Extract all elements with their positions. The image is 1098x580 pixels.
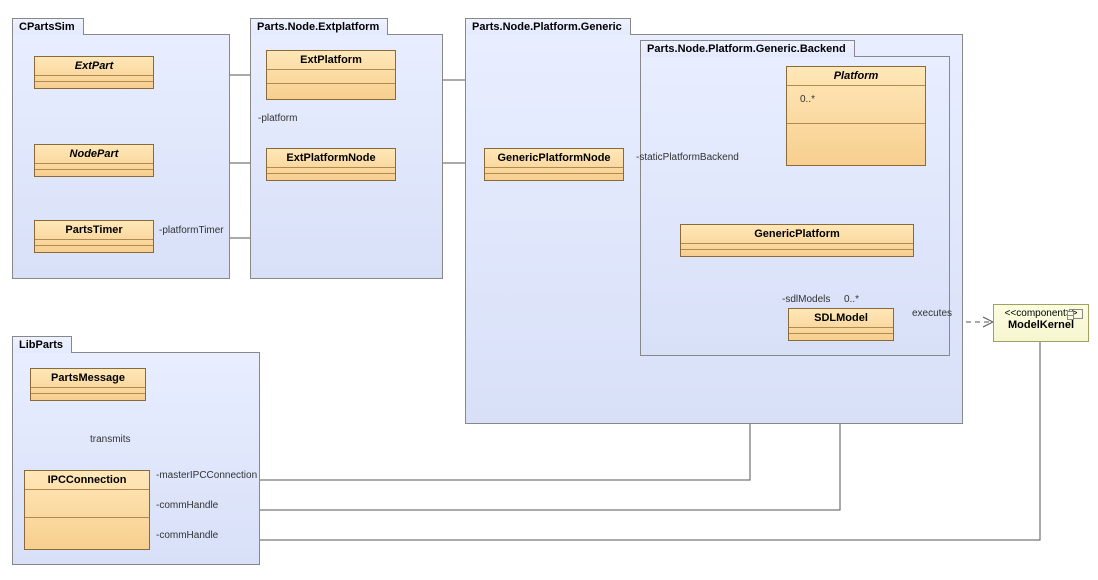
class-name: Platform <box>787 67 925 86</box>
component-modelkernel: <<component>> ModelKernel <box>993 304 1089 342</box>
class-name: NodePart <box>35 145 153 164</box>
class-ipcconnection: IPCConnection <box>24 470 150 550</box>
class-sdlmodel: SDLModel <box>788 308 894 341</box>
class-name: GenericPlatform <box>681 225 913 244</box>
label-mult2: 0..* <box>844 294 859 305</box>
class-name: GenericPlatformNode <box>485 149 623 168</box>
label-executes: executes <box>912 308 952 319</box>
component-icon <box>1069 309 1083 319</box>
label-commhandle2: -commHandle <box>156 530 218 541</box>
label-mult1: 0..* <box>800 94 815 105</box>
class-partsmessage: PartsMessage <box>30 368 146 401</box>
class-partstimer: PartsTimer <box>34 220 154 253</box>
package-title: LibParts <box>12 336 72 353</box>
class-nodepart: NodePart <box>34 144 154 177</box>
label-platform: -platform <box>258 113 297 124</box>
label-platformtimer: -platformTimer <box>159 225 224 236</box>
class-extplatformnode: ExtPlatformNode <box>266 148 396 181</box>
label-masteripcconnection: -masterIPCConnection <box>156 470 257 481</box>
class-extpart: ExtPart <box>34 56 154 89</box>
class-genericplatform: GenericPlatform <box>680 224 914 257</box>
class-extplatform: ExtPlatform <box>266 50 396 100</box>
component-name: ModelKernel <box>994 319 1088 331</box>
package-title: CPartsSim <box>12 18 84 35</box>
class-name: PartsMessage <box>31 369 145 388</box>
class-platform: Platform <box>786 66 926 166</box>
label-transmits: transmits <box>90 434 131 445</box>
class-genericplatformnode: GenericPlatformNode <box>484 148 624 181</box>
class-name: ExtPlatform <box>267 51 395 70</box>
package-title: Parts.Node.Platform.Generic.Backend <box>640 40 855 57</box>
class-name: PartsTimer <box>35 221 153 240</box>
label-sdlmodels: -sdlModels <box>782 294 830 305</box>
class-name: IPCConnection <box>25 471 149 490</box>
class-name: ExtPlatformNode <box>267 149 395 168</box>
label-staticplatformbackend: -staticPlatformBackend <box>636 152 739 163</box>
class-name: ExtPart <box>35 57 153 76</box>
class-name: SDLModel <box>789 309 893 328</box>
package-title: Parts.Node.Extplatform <box>250 18 388 35</box>
label-commhandle1: -commHandle <box>156 500 218 511</box>
package-title: Parts.Node.Platform.Generic <box>465 18 631 35</box>
